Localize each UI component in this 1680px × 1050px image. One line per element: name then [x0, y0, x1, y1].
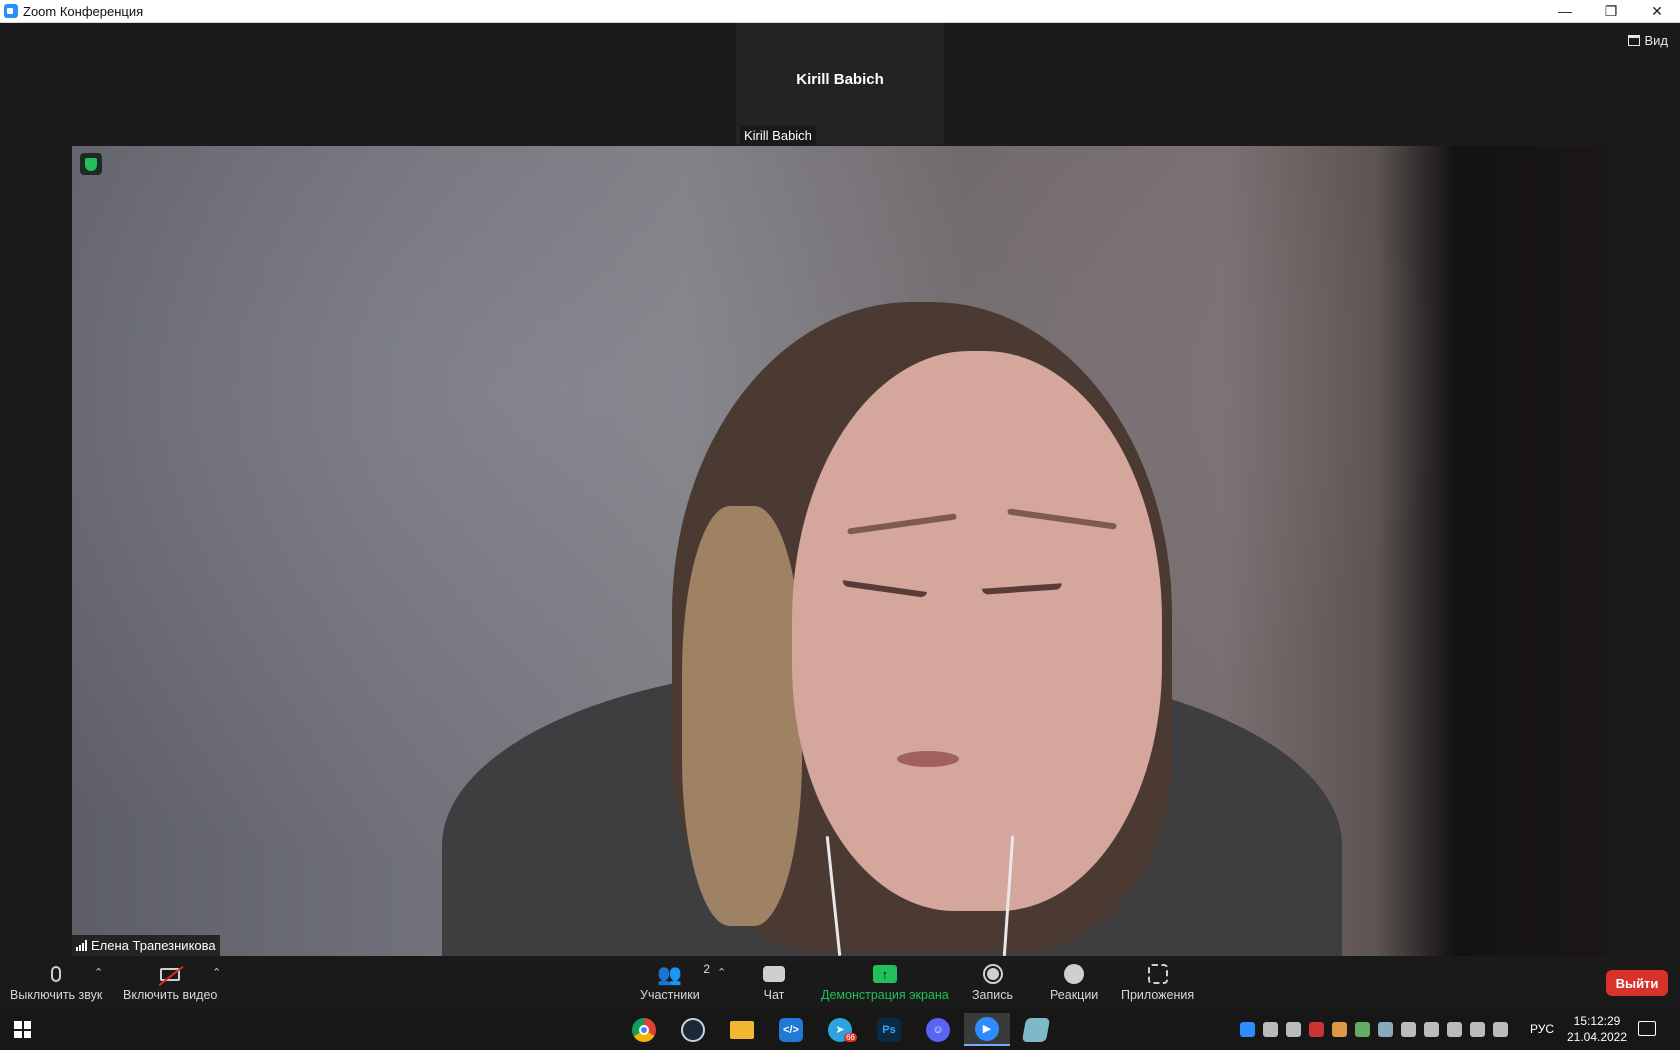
participants-icon: 👥	[657, 963, 683, 986]
system-clock[interactable]: 15:12:29 21.04.2022	[1562, 1013, 1632, 1045]
participant-name-label: Елена Трапезникова	[72, 935, 220, 956]
meeting-toolbar: Выключить звук ⌃ Включить видео ⌃ 👥 2 Уч…	[0, 958, 1680, 1008]
taskbar-file-explorer-icon[interactable]	[719, 1013, 765, 1046]
signal-strength-icon	[76, 940, 87, 951]
taskbar-notepad-icon[interactable]	[1013, 1013, 1059, 1046]
share-screen-label: Демонстрация экрана	[821, 988, 949, 1002]
taskbar-vscode-icon[interactable]: </>	[768, 1013, 814, 1046]
tray-app-icon[interactable]	[1332, 1022, 1347, 1037]
video-person-mouth	[897, 751, 959, 767]
tray-zoom-icon[interactable]	[1240, 1022, 1255, 1037]
tray-battery-icon[interactable]	[1401, 1022, 1416, 1037]
tray-nvidia-icon[interactable]	[1355, 1022, 1370, 1037]
meeting-area: Вид Kirill Babich Kirill Babich Елена Тр…	[0, 23, 1680, 958]
mute-label: Выключить звук	[10, 988, 103, 1002]
record-button[interactable]: Запись	[972, 962, 1013, 1002]
record-icon	[982, 964, 1003, 984]
video-options-caret-icon[interactable]: ⌃	[212, 966, 221, 979]
video-person-face	[792, 351, 1162, 911]
reactions-button[interactable]: Реакции	[1050, 962, 1098, 1002]
participants-options-caret-icon[interactable]: ⌃	[717, 966, 726, 979]
record-label: Запись	[972, 988, 1014, 1002]
window-title: Zoom Конференция	[23, 3, 144, 19]
chat-button[interactable]: Чат	[763, 962, 785, 1002]
restore-button[interactable]: ❐	[1588, 0, 1634, 22]
tray-usb-icon[interactable]	[1424, 1022, 1439, 1037]
mute-button[interactable]: Выключить звук	[10, 962, 102, 1002]
window-controls: — ❐ ✕	[1542, 0, 1680, 22]
tray-shield-icon[interactable]	[1309, 1022, 1324, 1037]
video-camera-off-icon	[158, 965, 184, 986]
tray-wifi-icon[interactable]	[1470, 1022, 1485, 1037]
leave-meeting-button[interactable]: Выйти	[1606, 970, 1668, 996]
window-titlebar: Zoom Конференция — ❐ ✕	[0, 0, 1680, 23]
language-indicator[interactable]: РУС	[1530, 1022, 1554, 1036]
share-screen-arrow-icon: ↑	[872, 965, 897, 983]
apps-button[interactable]: Приложения	[1121, 962, 1194, 1002]
taskbar-telegram-icon[interactable]: ➤ 66	[817, 1013, 863, 1046]
view-button[interactable]: Вид	[1628, 33, 1668, 48]
participant-thumbnail[interactable]: Kirill Babich Kirill Babich	[736, 23, 944, 145]
taskbar-zoom-icon[interactable]: ▶	[964, 1013, 1010, 1046]
encryption-shield-icon[interactable]	[80, 153, 102, 175]
tray-volume-icon[interactable]	[1493, 1022, 1508, 1037]
chat-bubble-icon	[763, 966, 785, 982]
main-video-feed[interactable]: Елена Трапезникова	[72, 146, 1608, 956]
taskbar-photoshop-icon[interactable]: Ps	[866, 1013, 912, 1046]
participant-name: Елена Трапезникова	[91, 938, 216, 953]
start-video-button[interactable]: Включить видео	[123, 962, 217, 1002]
clock-date: 21.04.2022	[1566, 1030, 1628, 1044]
apps-icon	[1147, 964, 1168, 984]
thumbnail-name-label: Kirill Babich	[740, 126, 816, 145]
video-label: Включить видео	[123, 988, 218, 1002]
system-tray	[1240, 1022, 1508, 1037]
chat-label: Чат	[763, 988, 785, 1002]
grid-view-icon	[1628, 35, 1641, 46]
thumbnail-center-name: Kirill Babich	[796, 71, 884, 88]
windows-start-icon[interactable]	[14, 1021, 31, 1038]
close-button[interactable]: ✕	[1634, 0, 1680, 22]
video-person-hair-highlight	[682, 506, 802, 926]
telegram-unread-badge: 66	[844, 1033, 857, 1042]
clock-time: 15:12:29	[1573, 1014, 1621, 1028]
tray-steam-icon[interactable]	[1378, 1022, 1393, 1037]
participants-button[interactable]: 👥 2 Участники	[640, 962, 710, 1002]
notifications-icon[interactable]	[1638, 1021, 1656, 1036]
reactions-label: Реакции	[1050, 988, 1099, 1002]
audio-options-caret-icon[interactable]: ⌃	[94, 966, 103, 979]
microphone-icon	[51, 966, 62, 982]
tray-link-icon[interactable]	[1263, 1022, 1278, 1037]
taskbar-chrome-icon[interactable]	[621, 1013, 667, 1046]
apps-label: Приложения	[1121, 988, 1195, 1002]
reactions-smiley-icon	[1064, 964, 1085, 984]
participants-label: Участники	[640, 988, 700, 1002]
tray-microphone-icon[interactable]	[1447, 1022, 1462, 1037]
participants-count: 2	[703, 962, 711, 976]
taskbar-discord-icon[interactable]: ☺	[915, 1013, 961, 1046]
zoom-app-icon	[4, 4, 18, 18]
tray-network-icon[interactable]	[1286, 1022, 1301, 1037]
minimize-button[interactable]: —	[1542, 0, 1588, 22]
view-button-label: Вид	[1644, 33, 1668, 48]
windows-taskbar: </> ➤ 66 Ps ☺ ▶ РУС 15:12:29 21.04.2022	[0, 1008, 1680, 1050]
taskbar-steam-icon[interactable]	[670, 1013, 716, 1046]
share-screen-button[interactable]: ↑ Демонстрация экрана	[821, 962, 949, 1002]
